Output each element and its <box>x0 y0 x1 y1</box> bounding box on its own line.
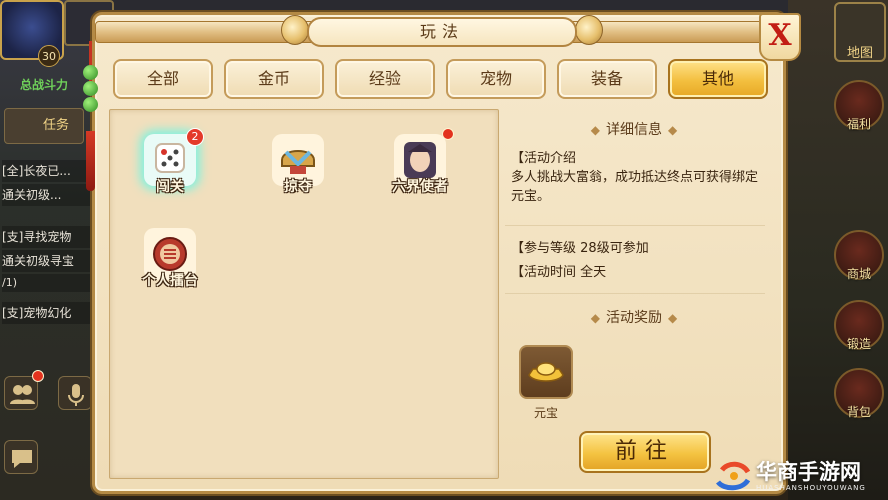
tab-experience[interactable]: 经验 <box>335 59 435 99</box>
gameplay-dialog: 玩法 X 全部 金币 经验 宠物 装备 其他 2 闯关 掠夺 六界使者 个人擂台… <box>83 12 801 494</box>
time-label: 【活动时间 <box>511 265 577 280</box>
activity-grid: 2 闯关 掠夺 六界使者 个人擂台 <box>109 109 499 479</box>
close-button[interactable]: X <box>759 13 801 61</box>
tab-equipment[interactable]: 装备 <box>557 59 657 99</box>
chat-line: [支]寻找宠物 <box>2 226 96 248</box>
tab-other[interactable]: 其他 <box>668 59 768 99</box>
player-level: 30 <box>38 45 60 67</box>
chat-bubble-icon[interactable] <box>4 440 38 474</box>
activity-item[interactable]: 六界使者 <box>380 128 460 208</box>
intro-label: 【活动介绍 <box>511 151 577 166</box>
welfare-label: 福利 <box>846 117 871 131</box>
detail-panel: ◆ 详细信息 ◆ 【活动介绍 多人挑战大富翁，成功抵达终点可获得绑定元宝。 【参与等… <box>499 109 769 479</box>
activity-item[interactable]: 2 闯关 <box>130 128 210 208</box>
reward-title-text: 活动奖励 <box>606 310 662 326</box>
level-row: 【参与等级 28级可参加 <box>511 239 763 258</box>
divider <box>505 293 765 294</box>
dialog-title: 玩法 <box>307 17 577 47</box>
ornament-icon: ◆ <box>668 311 678 325</box>
dialog-header: 玩法 <box>95 15 783 49</box>
ornament-icon: ◆ <box>668 123 678 137</box>
count-badge: 2 <box>186 128 204 146</box>
watermark-text: 华商手游网 <box>756 460 861 484</box>
scroll-knob-left <box>281 15 309 45</box>
watermark: 华商手游网 HUASHANSHOUYOUWANG <box>712 450 888 500</box>
shop-label: 商城 <box>846 267 871 281</box>
tab-pet[interactable]: 宠物 <box>446 59 546 99</box>
tab-gold[interactable]: 金币 <box>224 59 324 99</box>
category-tabs: 全部 金币 经验 宠物 装备 其他 <box>113 59 773 101</box>
gold-ingot-icon[interactable] <box>519 345 573 399</box>
ornament-icon: ◆ <box>590 311 600 325</box>
divider <box>505 225 765 226</box>
ornament-icon: ◆ <box>590 123 600 137</box>
chat-line: [支]宠物幻化 <box>2 302 96 324</box>
friends-icon[interactable] <box>4 376 38 410</box>
intro-text: 多人挑战大富翁，成功抵达终点可获得绑定元宝。 <box>511 170 759 204</box>
activity-label: 个人擂台 <box>142 273 198 289</box>
microphone-icon[interactable] <box>58 376 92 410</box>
map-label: 地图 <box>846 46 873 61</box>
info-section-title: ◆ 详细信息 ◆ <box>499 119 769 139</box>
time-row: 【活动时间 全天 <box>511 263 763 282</box>
go-button[interactable]: 前往 <box>579 431 711 473</box>
level-value: 28级可参加 <box>580 241 649 256</box>
bag-button[interactable]: 背包 <box>834 368 884 418</box>
map-button[interactable]: 地图 <box>834 2 886 62</box>
tassel-decoration <box>81 41 101 191</box>
chat-line: 通关初级寻宝 <box>2 250 96 272</box>
watermark-logo-icon <box>716 461 751 491</box>
chat-line: /1) <box>2 274 96 292</box>
activity-item[interactable]: 个人擂台 <box>130 228 210 302</box>
reward-label: 元宝 <box>533 406 558 420</box>
time-value: 全天 <box>580 265 607 280</box>
forge-button[interactable]: 锻造 <box>834 300 884 350</box>
notification-dot <box>32 370 44 382</box>
power-label: 总战斗力 <box>20 78 69 92</box>
bag-label: 背包 <box>846 405 871 419</box>
reward-section-title: ◆ 活动奖励 ◆ <box>499 307 769 327</box>
tab-all[interactable]: 全部 <box>113 59 213 99</box>
level-label: 【参与等级 <box>511 241 577 256</box>
shop-button[interactable]: 商城 <box>834 230 884 280</box>
activity-label: 闯关 <box>156 179 184 195</box>
notification-dot <box>442 128 454 140</box>
welfare-button[interactable]: 福利 <box>834 80 884 130</box>
activity-label: 掠夺 <box>284 179 312 195</box>
watermark-subtext: HUASHANSHOUYOUWANG <box>756 484 866 492</box>
activity-label: 六界使者 <box>392 179 448 195</box>
forge-label: 锻造 <box>846 337 871 351</box>
task-button[interactable]: 任务 <box>4 108 84 144</box>
task-label: 任务 <box>43 118 70 133</box>
activity-item[interactable]: 掠夺 <box>258 134 338 208</box>
scroll-knob-right <box>575 15 603 45</box>
intro-block: 【活动介绍 多人挑战大富翁，成功抵达终点可获得绑定元宝。 <box>511 149 763 206</box>
info-title-text: 详细信息 <box>606 122 662 138</box>
